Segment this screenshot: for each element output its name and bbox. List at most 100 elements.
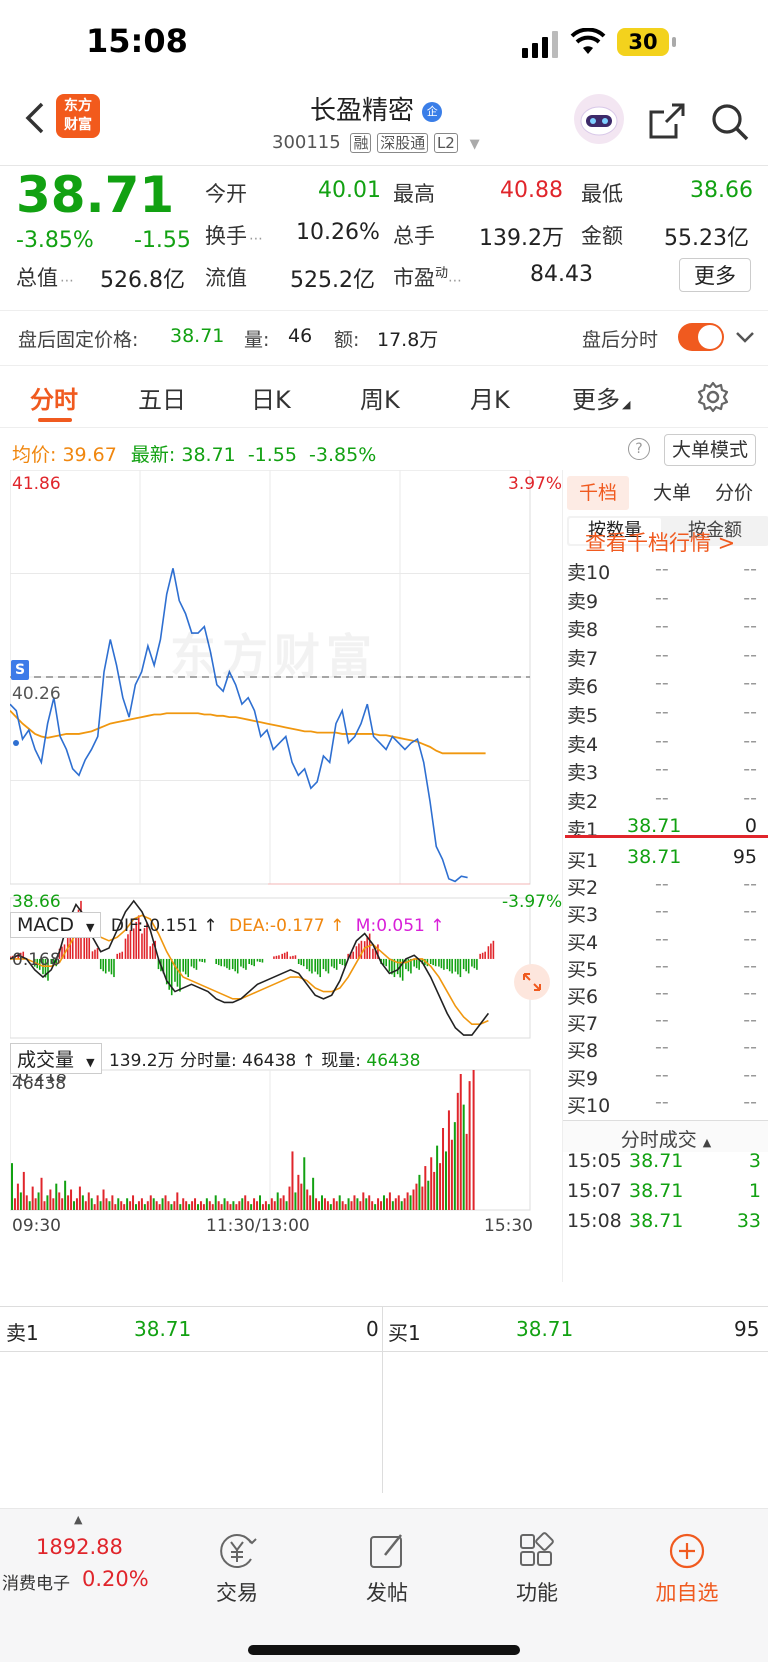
after-hours-vol: 46 (288, 325, 313, 347)
macd-selector[interactable]: MACD ▼ (10, 912, 102, 938)
tab-intraday[interactable]: 分时 (30, 380, 78, 415)
ask-level-label: 卖10 (567, 562, 611, 584)
robot-assistant-icon[interactable] (574, 94, 624, 144)
tag-l2: L2 (433, 133, 458, 153)
wifi-icon (570, 27, 606, 60)
ask-level-row[interactable]: 卖1 38.71 0 (563, 815, 768, 843)
tag-connect: 深股通 (377, 133, 429, 153)
tab-monthly-k[interactable]: 月K (470, 380, 510, 415)
bid-level-row[interactable]: 买2 -- -- (563, 873, 768, 901)
ask-level-row[interactable]: 卖10 -- -- (563, 558, 768, 586)
nav-functions[interactable]: 功能 (472, 1509, 602, 1607)
bid-level-label: 买1 (567, 850, 599, 872)
expand-chevron-icon[interactable] (734, 323, 756, 355)
quote-label-high: 最高 (393, 182, 435, 206)
ask-level-row[interactable]: 卖9 -- -- (563, 587, 768, 615)
back-button[interactable] (20, 98, 50, 138)
index-pct: 0.20% (82, 1567, 149, 1591)
search-button[interactable] (710, 102, 750, 146)
quote-value-open: 40.01 (318, 178, 381, 203)
bid-level-label: 买10 (567, 1094, 611, 1117)
view-full-depth-link[interactable]: 查看千档行情 > (585, 528, 735, 558)
big-order-mode-button[interactable]: 大单模式 (664, 434, 756, 466)
bid-level-vol: -- (743, 900, 757, 923)
quote-value-float: 525.2亿 (290, 268, 375, 293)
after-hours-toggle[interactable] (678, 323, 724, 351)
info-icon[interactable]: ⋯ (249, 231, 263, 247)
tab-daily-k[interactable]: 日K (251, 380, 291, 415)
code-dropdown-icon[interactable]: ▼ (470, 137, 480, 152)
bid-level-row[interactable]: 买9 -- -- (563, 1064, 768, 1092)
home-indicator (248, 1645, 520, 1655)
battery-level: 30 (628, 30, 658, 54)
orderbook-tab-level1000[interactable]: 千档 (567, 476, 629, 510)
orderbook-tab-big-order[interactable]: 大单 (647, 476, 697, 510)
share-icon (649, 103, 685, 139)
after-hours-amt: 17.8万 (377, 329, 439, 351)
tab-weekly-k[interactable]: 周K (360, 380, 400, 415)
tab-more[interactable]: 更多 ◢ (572, 380, 630, 415)
robot-face-icon (580, 106, 618, 136)
ask-level-row[interactable]: 卖2 -- -- (563, 787, 768, 815)
bid-level-row[interactable]: 买7 -- -- (563, 1009, 768, 1037)
macd-dif: DIF:-0.151 ↑ (110, 916, 218, 936)
ask-level-row[interactable]: 卖4 -- -- (563, 730, 768, 758)
bid-level-row[interactable]: 买5 -- -- (563, 955, 768, 983)
ask-level-row[interactable]: 卖7 -- -- (563, 644, 768, 672)
bid-level-row[interactable]: 买1 38.71 95 (563, 846, 768, 874)
nav-add-watchlist[interactable]: 加自选 (622, 1509, 752, 1607)
ask-level-price: -- (655, 701, 669, 723)
bid-level-price: -- (655, 1036, 669, 1059)
ask-level-row[interactable]: 卖6 -- -- (563, 672, 768, 700)
ask-level-row[interactable]: 卖8 -- -- (563, 615, 768, 643)
ask-level-label: 卖3 (567, 762, 599, 785)
nav-trade[interactable]: 交易 (172, 1509, 302, 1607)
chart-panel[interactable]: 41.86 3.97% 40.26 38.66 -3.97% S 东方财富 MA… (10, 470, 562, 1282)
stock-name[interactable]: 长盈精密 企 (310, 90, 443, 127)
app-logo[interactable]: 东方 财富 (56, 94, 100, 138)
more-button[interactable]: 更多 (679, 258, 751, 292)
bottom-bid-price: 38.71 (516, 1317, 574, 1341)
grid-icon (520, 1532, 554, 1566)
ask-level-row[interactable]: 卖5 -- -- (563, 701, 768, 729)
nav-post[interactable]: 发帖 (322, 1509, 452, 1607)
ticks-header[interactable]: 分时成交 ▲ (563, 1120, 768, 1152)
caret-icon: ◢ (622, 398, 631, 411)
intraday-chart[interactable] (10, 470, 562, 1282)
fullscreen-button[interactable] (514, 964, 550, 1000)
info-icon[interactable]: ⋯ (60, 273, 74, 289)
tab-five-day[interactable]: 五日 (138, 380, 186, 415)
ask-level-price: -- (655, 729, 669, 752)
yen-circle-icon (220, 1534, 257, 1568)
price-axis-bottom: 38.66 (12, 892, 61, 912)
ask-level-label: 卖7 (567, 647, 599, 670)
price-axis-top: 41.86 (12, 474, 61, 494)
quote-label-low: 最低 (581, 182, 623, 206)
s-marker-icon[interactable]: S (11, 660, 29, 680)
order-book-panel: 千档 大单 分价 按数量 按金额 查看千档行情 > 卖10 -- -- 卖9 --… (562, 470, 768, 1282)
gear-icon (697, 381, 729, 413)
volume-info: 139.2万 分时量: 46438 ↑ 现量: (108, 1051, 361, 1071)
bid-level-row[interactable]: 买6 -- -- (563, 982, 768, 1010)
volume-selector[interactable]: 成交量 ▼ (10, 1043, 102, 1074)
caret-up-icon: ▲ (702, 1136, 712, 1149)
macd-dea: DEA:-0.177 ↑ (229, 916, 345, 936)
share-button[interactable] (648, 102, 686, 144)
quote-label-open: 今开 (205, 182, 247, 206)
bid-level-row[interactable]: 买3 -- -- (563, 900, 768, 928)
index-widget[interactable]: ▲ 1892.88 消费电子 0.20% (0, 1509, 160, 1619)
nav-add-watchlist-label: 加自选 (655, 1581, 719, 1605)
help-icon[interactable]: ? (628, 438, 650, 460)
bid-level-row[interactable]: 买4 -- -- (563, 928, 768, 956)
orderbook-tab-price[interactable]: 分价 (709, 476, 759, 510)
ticks-title: 分时成交 (620, 1129, 697, 1151)
info-icon[interactable]: ⋯ (448, 273, 462, 289)
ask-level-row[interactable]: 卖3 -- -- (563, 758, 768, 786)
bid-level-row[interactable]: 买8 -- -- (563, 1036, 768, 1064)
pct-axis-bottom: -3.97% (502, 892, 563, 912)
chart-settings-button[interactable] (696, 380, 730, 418)
bid-level-row[interactable]: 买10 -- -- (563, 1091, 768, 1119)
macd-header: MACD ▼ DIF:-0.151 ↑ DEA:-0.177 ↑ M:0.051… (10, 912, 530, 942)
expand-icon (523, 973, 541, 991)
latest-change-pct: -3.85% (309, 444, 377, 466)
